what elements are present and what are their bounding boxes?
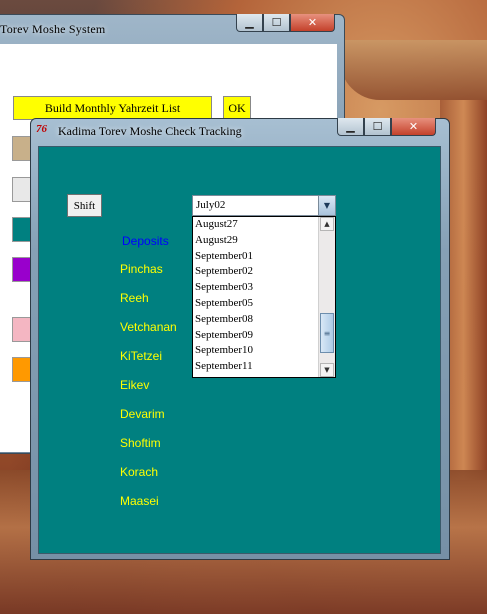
date-combobox[interactable]: July02 ▼ <box>192 195 336 216</box>
minimize-button[interactable]: ▁ <box>236 14 263 32</box>
parsha-label[interactable]: Eikev <box>120 378 149 392</box>
minimize-button[interactable]: ▁ <box>337 118 364 136</box>
color-swatch-purple[interactable] <box>12 257 32 282</box>
dropdown-option[interactable]: September09 <box>193 328 335 344</box>
chevron-down-icon: ▼ <box>323 201 331 210</box>
front-window[interactable]: 76 Kadima Torev Moshe Check Tracking ▁ ☐… <box>30 118 450 560</box>
dropdown-option[interactable]: September10 <box>193 343 335 359</box>
dropdown-scrollbar[interactable]: ▲ ≡ ▼ <box>318 217 335 377</box>
front-window-client: Shift Deposits Pinchas Reeh Vetchanan Ki… <box>38 146 441 554</box>
parsha-label[interactable]: Devarim <box>120 407 165 421</box>
ok-button[interactable]: OK <box>223 96 251 120</box>
parsha-label[interactable]: Pinchas <box>120 262 163 276</box>
desktop-rock-arch <box>340 40 487 100</box>
minimize-icon: ▁ <box>245 16 254 29</box>
dropdown-option[interactable]: September02 <box>193 264 335 280</box>
color-swatch-teal[interactable] <box>12 217 32 242</box>
color-swatch-pink[interactable] <box>12 317 32 342</box>
build-yahrzeit-list-button[interactable]: Build Monthly Yahrzeit List <box>13 96 212 120</box>
close-button[interactable]: ✕ <box>290 14 335 32</box>
close-icon: ✕ <box>307 16 318 29</box>
maximize-button[interactable]: ☐ <box>263 14 290 32</box>
parsha-label[interactable]: Shoftim <box>120 436 161 450</box>
color-swatch-orange[interactable] <box>12 357 32 382</box>
dropdown-option[interactable]: September01 <box>193 249 335 265</box>
close-icon: ✕ <box>408 120 419 133</box>
app-icon: 76 <box>36 123 47 135</box>
parsha-label[interactable]: Maasei <box>120 494 159 508</box>
front-window-caption-buttons: ▁ ☐ ✕ <box>337 118 436 136</box>
maximize-icon: ☐ <box>271 16 282 29</box>
chevron-down-icon: ▼ <box>324 366 330 374</box>
back-window-title: Torev Moshe System <box>0 22 106 36</box>
scroll-up-button[interactable]: ▲ <box>320 217 334 231</box>
scroll-thumb[interactable]: ≡ <box>320 313 334 353</box>
shift-button[interactable]: Shift <box>67 194 102 217</box>
dropdown-option[interactable]: August27 <box>193 217 335 233</box>
minimize-icon: ▁ <box>346 120 355 133</box>
parsha-label[interactable]: Korach <box>120 465 158 479</box>
color-swatch-tan[interactable] <box>12 136 32 161</box>
date-combobox-value: July02 <box>196 199 226 211</box>
color-swatch-gray[interactable] <box>12 177 32 202</box>
dropdown-option[interactable]: August29 <box>193 233 335 249</box>
parsha-label[interactable]: Reeh <box>120 291 149 305</box>
parsha-label[interactable]: KiTetzei <box>120 349 162 363</box>
close-button[interactable]: ✕ <box>391 118 436 136</box>
grip-icon: ≡ <box>323 328 331 338</box>
front-window-title: Kadima Torev Moshe Check Tracking <box>58 124 242 138</box>
dropdown-option[interactable]: September08 <box>193 312 335 328</box>
chevron-up-icon: ▲ <box>324 220 330 228</box>
maximize-icon: ☐ <box>372 120 383 133</box>
dropdown-option[interactable]: September03 <box>193 280 335 296</box>
date-dropdown-list[interactable]: August27 August29 September01 September0… <box>192 216 336 378</box>
dropdown-option[interactable]: September05 <box>193 296 335 312</box>
back-window-caption-buttons: ▁ ☐ ✕ <box>236 14 335 32</box>
scroll-down-button[interactable]: ▼ <box>320 363 334 377</box>
date-combobox-dropdown-button[interactable]: ▼ <box>318 196 335 215</box>
dropdown-option[interactable]: September11 <box>193 359 335 375</box>
parsha-label[interactable]: Vetchanan <box>120 320 177 334</box>
maximize-button[interactable]: ☐ <box>364 118 391 136</box>
deposits-label[interactable]: Deposits <box>122 234 169 248</box>
